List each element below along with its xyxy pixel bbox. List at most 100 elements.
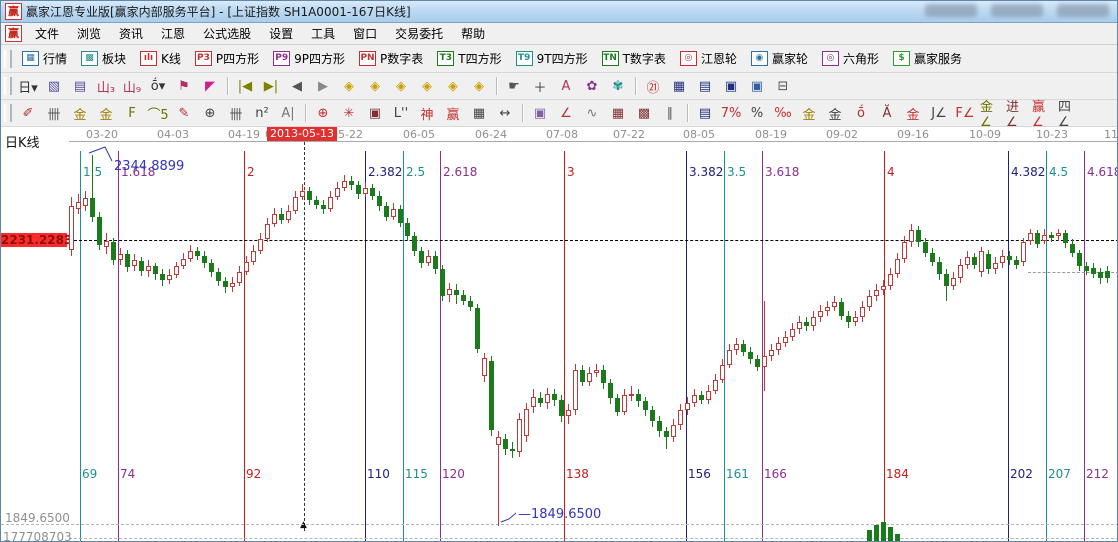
- gann-count-label: 92: [246, 467, 261, 481]
- crosshair-arrow-icon: ▲: [300, 520, 307, 530]
- candle: [804, 322, 809, 326]
- candle: [713, 380, 718, 391]
- candle: [692, 395, 697, 403]
- candle: [608, 383, 613, 398]
- low-price-annotation: —1849.6500: [518, 507, 601, 522]
- volume-bar: [888, 527, 893, 542]
- gann-count-label: 212: [1086, 467, 1109, 481]
- candle: [433, 256, 438, 269]
- gann-time-line: [564, 151, 565, 542]
- date-tick: 08-19: [755, 128, 787, 141]
- candle: [986, 254, 991, 269]
- candle: [881, 286, 886, 290]
- volume-bar: [867, 530, 872, 542]
- candle: [958, 265, 963, 278]
- candle: [825, 307, 830, 311]
- high-price-annotation: 2344.8899: [114, 159, 184, 174]
- candle: [167, 275, 172, 280]
- gann-time-line: [80, 151, 81, 542]
- candle: [174, 266, 179, 275]
- candle: [503, 439, 508, 449]
- low-level-line: [1, 524, 1118, 525]
- gann-time-line: [244, 151, 245, 542]
- volume-axis-label: 177708703: [3, 530, 72, 542]
- candle: [496, 437, 501, 445]
- candle: [377, 196, 382, 206]
- candle: [636, 394, 641, 401]
- candle: [650, 410, 655, 421]
- candle: [741, 344, 746, 352]
- gann-count-label: 110: [367, 467, 390, 481]
- candle: [657, 421, 662, 431]
- candle: [895, 259, 900, 274]
- candle: [699, 395, 704, 400]
- candle: [545, 394, 550, 403]
- candle: [482, 358, 487, 376]
- candle: [370, 188, 375, 196]
- gann-count-label: 115: [405, 467, 428, 481]
- candle: [1098, 272, 1103, 278]
- gann-count-label: 156: [688, 467, 711, 481]
- candle: [489, 361, 494, 430]
- candle: [811, 317, 816, 326]
- candle: [727, 350, 732, 365]
- gann-time-line: [884, 151, 885, 542]
- candle: [797, 322, 802, 329]
- candle: [419, 251, 424, 263]
- volume-bar: [874, 525, 879, 542]
- gann-time-line: [686, 151, 687, 542]
- app-window: 赢 赢家江恩专业版[赢家内部服务平台] - [上证指数 SH1A0001-167…: [0, 0, 1118, 542]
- candle: [104, 241, 109, 247]
- gann-time-line: [762, 151, 763, 542]
- candle: [258, 239, 263, 251]
- candle: [125, 254, 130, 267]
- candle: [440, 269, 445, 296]
- candle: [1091, 268, 1096, 274]
- candle: [510, 449, 515, 451]
- candle: [916, 230, 921, 242]
- gann-count-label: 207: [1048, 467, 1071, 481]
- candle: [762, 356, 767, 367]
- candle: [405, 223, 410, 236]
- chart-canvas[interactable]: 03-2004-0304-1905-2206-0506-2407-0807-22…: [1, 127, 1118, 542]
- candle: [622, 395, 627, 412]
- candle: [1056, 233, 1061, 236]
- candle: [937, 262, 942, 274]
- gann-time-line: [1008, 151, 1009, 542]
- date-tick: 07-22: [613, 128, 645, 141]
- date-tick: 09-16: [897, 128, 929, 141]
- candle: [83, 198, 88, 206]
- candle: [349, 181, 354, 185]
- gann-ratio-label: 3.618: [765, 165, 799, 179]
- candle: [412, 236, 417, 251]
- candle: [769, 350, 774, 356]
- candle: [755, 359, 760, 367]
- candle: [181, 259, 186, 266]
- candle: [678, 410, 683, 425]
- candle: [846, 316, 851, 322]
- candle: [223, 281, 228, 287]
- candle: [209, 263, 214, 272]
- date-tick: 03-20: [86, 128, 118, 141]
- candle: [909, 230, 914, 242]
- candle: [923, 242, 928, 253]
- candle: [965, 257, 970, 265]
- candle: [286, 211, 291, 220]
- candle: [930, 253, 935, 262]
- candle: [1105, 271, 1110, 278]
- gann-count-label: 69: [82, 467, 97, 481]
- candle: [1035, 233, 1040, 244]
- gann-time-line: [440, 151, 441, 542]
- candle: [748, 352, 753, 359]
- candle: [1070, 244, 1075, 253]
- candle: [944, 274, 949, 286]
- candle: [111, 242, 116, 260]
- gann-ratio-label: 4.5: [1049, 165, 1068, 179]
- candle: [671, 425, 676, 437]
- candle: [188, 251, 193, 259]
- gann-time-line: [365, 151, 366, 542]
- candle: [839, 302, 844, 316]
- candle: [475, 308, 480, 349]
- candle: [468, 301, 473, 307]
- candle: [398, 209, 403, 223]
